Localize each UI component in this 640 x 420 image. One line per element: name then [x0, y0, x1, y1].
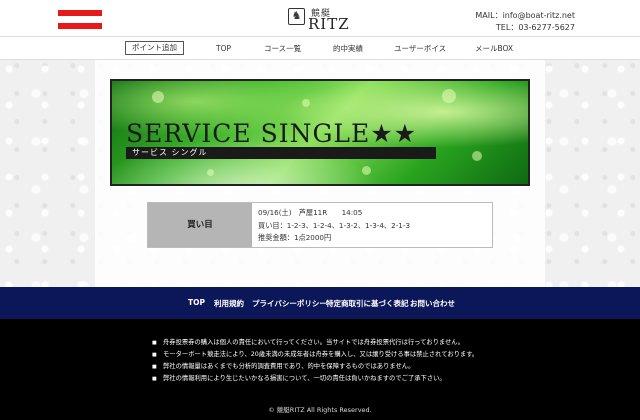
buy-label: 買い目	[148, 203, 252, 247]
footer-link-privacy[interactable]: プライバシーポリシー	[252, 298, 327, 309]
disclaimer-list: 舟券投票券の購入は個人の責任において行ってください。当サイトでは舟券投票代行は行…	[152, 337, 478, 385]
banner-sparkle	[302, 99, 310, 107]
buy-amount-line: 推奨金額：1点2000円	[258, 233, 332, 242]
disclaimer-item: 舟券投票券の購入は個人の責任において行ってください。当サイトでは舟券投票代行は行…	[152, 337, 478, 349]
banner-sparkle	[207, 169, 214, 176]
contact-tel: TEL：03-6277-5627	[495, 23, 575, 32]
site-logo[interactable]: ♞ 競艇 RITZ	[288, 6, 356, 33]
contact-mail: MAIL：info@boat-ritz.net	[475, 11, 575, 20]
banner-sparkle	[442, 89, 456, 103]
footer-link-commerce-law[interactable]: 特定商取引に基づく表記	[326, 298, 409, 309]
logo-main-text: RITZ	[308, 15, 350, 33]
disclaimer-item: 弊社の情報量はあくまでも分析的調査費用であり、的中を保障するものではありません。	[152, 361, 478, 373]
disclaimer-item: モーターボート競走法により、20歳未満の未成年者は舟券を購入し、又は譲り受ける事…	[152, 349, 478, 361]
lion-crest-icon: ♞	[288, 8, 305, 25]
nav-item-user-voice[interactable]: ユーザーボイス	[394, 42, 446, 55]
footer-link-terms[interactable]: 利用規約	[214, 298, 244, 309]
nav-item-courses[interactable]: コース一覧	[264, 42, 301, 55]
banner-sparkle	[472, 151, 482, 161]
disclaimer-item: 弊社の情報利用により生じたいかなる損害について、一切の責任は負いかねますのでご了…	[152, 373, 478, 385]
copyright-text: © 競艇RITZ All Rights Reserved.	[268, 406, 372, 414]
banner-subtitle: サービス シングル	[126, 147, 436, 159]
nav-item-top[interactable]: TOP	[216, 42, 231, 55]
buy-combinations-line: 買い目：1-2-3、1-2-4、1-3-2、1-3-4、2-1-3	[258, 220, 411, 230]
site-footer: 舟券投票券の購入は個人の責任において行ってください。当サイトでは舟券投票代行は行…	[0, 319, 640, 420]
banner-sparkle	[152, 91, 164, 103]
buy-info-box: 買い目 09/16(土) 芦屋11R 14:05 買い目：1-2-3、1-2-4…	[147, 202, 493, 248]
buy-race-line: 09/16(土) 芦屋11R 14:05	[258, 208, 363, 217]
banner-sparkle	[362, 166, 371, 175]
banner-title: SERVICE SINGLE★★	[126, 119, 418, 148]
hamburger-menu-icon[interactable]	[58, 10, 102, 30]
footer-link-contact[interactable]: お問い合わせ	[410, 298, 455, 309]
footer-nav: TOP 利用規約 プライバシーポリシー 特定商取引に基づく表記 お問い合わせ	[0, 287, 640, 319]
nav-add-points-button[interactable]: ポイント追加	[125, 41, 184, 55]
main-nav: ポイント追加 TOP コース一覧 的中実績 ユーザーボイス メールBOX	[0, 36, 640, 60]
service-banner: SERVICE SINGLE★★ サービス シングル	[110, 79, 530, 186]
site-header: ♞ 競艇 RITZ MAIL：info@boat-ritz.net TEL：03…	[0, 0, 640, 36]
buy-details: 09/16(土) 芦屋11R 14:05 買い目：1-2-3、1-2-4、1-3…	[258, 207, 410, 245]
contact-info: MAIL：info@boat-ritz.net TEL：03-6277-5627	[475, 10, 575, 34]
nav-item-mailbox[interactable]: メールBOX	[475, 42, 513, 55]
nav-item-results[interactable]: 的中実績	[333, 42, 363, 55]
footer-link-top[interactable]: TOP	[188, 298, 205, 307]
